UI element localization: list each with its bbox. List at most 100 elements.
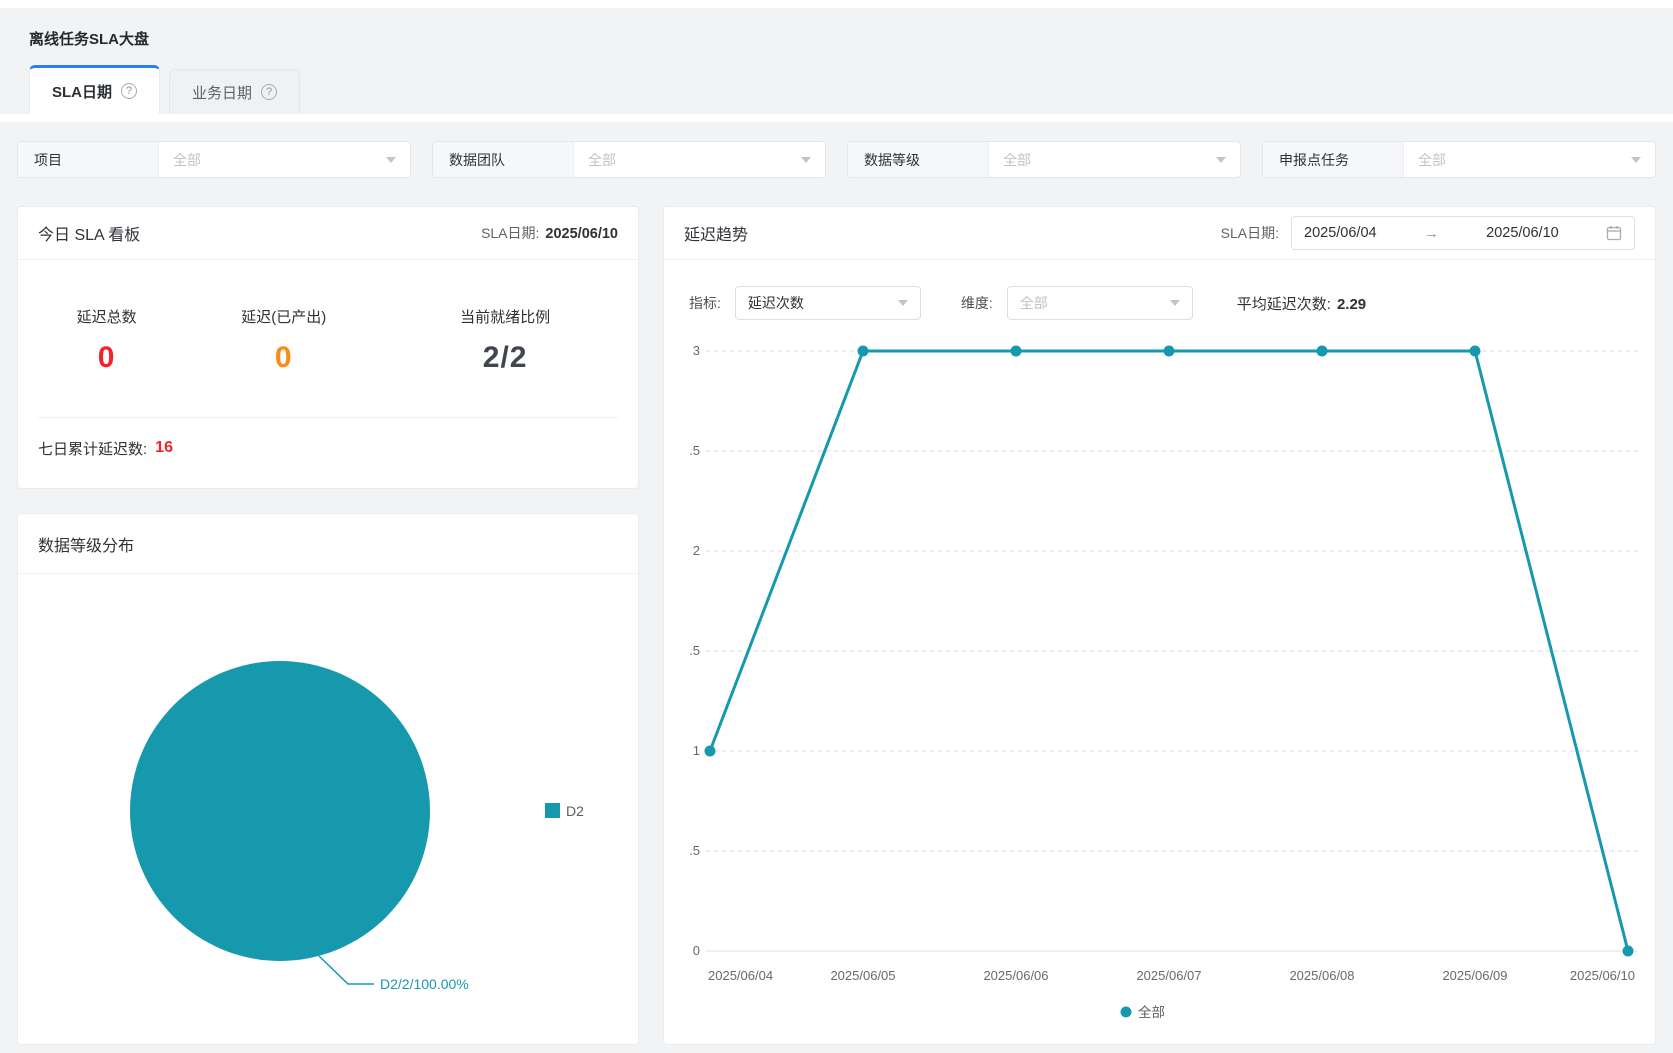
- x-axis-tick-label: 2025/06/04: [708, 968, 773, 983]
- filter-project-label: 项目: [18, 142, 159, 177]
- chevron-down-icon: [801, 156, 811, 163]
- date-range-end[interactable]: 2025/06/10: [1486, 225, 1559, 241]
- calendar-icon[interactable]: [1606, 225, 1622, 241]
- chevron-down-icon: [1631, 156, 1641, 163]
- chevron-down-icon: [1169, 300, 1180, 306]
- stat-label: 延迟总数: [76, 309, 137, 326]
- y-axis-tick-label: .5: [689, 443, 700, 458]
- seven-day-delay-value: 16: [155, 439, 173, 456]
- filter-data-team-select[interactable]: 全部: [574, 142, 825, 177]
- stat-label: 延迟(已产出): [241, 309, 327, 326]
- pie-legend-swatch[interactable]: [545, 803, 560, 818]
- trend-controls: 指标: 延迟次数 维度: 全部 平均延迟次数: 2.29: [664, 260, 1655, 320]
- x-axis-tick-label: 2025/06/08: [1289, 968, 1354, 983]
- help-icon[interactable]: ?: [121, 83, 138, 99]
- pie-slice-d2[interactable]: [130, 661, 430, 961]
- sla-date-label: SLA日期:: [481, 225, 540, 241]
- average-delay-value: 2.29: [1336, 295, 1367, 313]
- line-legend-dot[interactable]: [1120, 1006, 1132, 1018]
- metric-select[interactable]: 延迟次数: [734, 286, 921, 320]
- y-axis-tick-label: 3: [693, 343, 700, 358]
- today-sla-card: 今日 SLA 看板 SLA日期: 2025/06/10 延迟总数 0 延迟(已产出…: [17, 206, 639, 489]
- arrow-right-icon: →: [1423, 224, 1439, 242]
- top-strip: [0, 0, 1673, 8]
- chevron-down-icon: [386, 156, 396, 163]
- data-point[interactable]: [1469, 345, 1481, 357]
- date-range-picker[interactable]: 2025/06/04 → 2025/06/10: [1291, 216, 1635, 250]
- filter-project-select[interactable]: 全部: [159, 142, 410, 177]
- filter-project: 项目 全部: [17, 141, 411, 178]
- stat-total-delay: 延迟总数 0: [18, 306, 195, 375]
- stat-value: 0: [274, 341, 293, 374]
- data-level-pie-chart: D2/2/100.00% D2: [130, 661, 584, 992]
- filter-report-task: 申报点任务 全部: [1262, 141, 1656, 178]
- today-card-title: 今日 SLA 看板: [38, 227, 141, 244]
- y-axis-tick-label: 0: [693, 943, 700, 958]
- y-axis-tick-label: .5: [689, 843, 700, 858]
- dimension-label: 维度:: [960, 295, 993, 311]
- data-point[interactable]: [1010, 345, 1022, 357]
- stats-row: 延迟总数 0 延迟(已产出) 0 当前就绪比例 2/2: [18, 260, 638, 375]
- y-axis-tick-label: .5: [689, 643, 700, 658]
- tab-sla-date-label: SLA日期: [52, 83, 113, 101]
- x-axis-tick-label: 2025/06/09: [1442, 968, 1507, 983]
- dimension-select[interactable]: 全部: [1006, 286, 1193, 320]
- chevron-down-icon: [1216, 156, 1226, 163]
- filter-data-team: 数据团队 全部: [432, 141, 826, 178]
- line-legend-label: 全部: [1138, 1004, 1165, 1020]
- pie-legend-label: D2: [566, 803, 584, 819]
- filter-report-task-select[interactable]: 全部: [1404, 142, 1655, 177]
- pie-label-leader-line: [318, 955, 374, 985]
- average-delay-label: 平均延迟次数:: [1236, 295, 1331, 313]
- today-sla-date: SLA日期: 2025/06/10: [481, 223, 618, 243]
- tab-business-date[interactable]: 业务日期 ?: [169, 69, 301, 114]
- x-axis-tick-label: 2025/06/05: [830, 968, 895, 983]
- seven-day-delay: 七日累计延迟数: 16: [18, 418, 638, 478]
- seven-day-delay-label: 七日累计延迟数:: [38, 440, 148, 458]
- help-icon[interactable]: ?: [261, 84, 278, 100]
- filter-report-task-label: 申报点任务: [1263, 142, 1404, 177]
- data-point[interactable]: [1316, 345, 1328, 357]
- delay-trend-line-chart: 3 .5 2 .5 1 .5 0 2025/06/04 2025/06/05 2025/06/06…: [689, 343, 1638, 1020]
- filter-data-level-select[interactable]: 全部: [989, 142, 1240, 177]
- data-point[interactable]: [1622, 945, 1634, 957]
- metric-label: 指标:: [689, 295, 721, 311]
- tab-business-date-label: 业务日期: [192, 84, 253, 102]
- y-axis-tick-label: 1: [693, 743, 700, 758]
- trend-card-title: 延迟趋势: [684, 227, 749, 244]
- stat-delay-produced: 延迟(已产出) 0: [195, 306, 372, 375]
- filter-report-task-value: 全部: [1418, 151, 1446, 168]
- y-axis-tick-label: 2: [693, 543, 700, 558]
- stat-ready-ratio: 当前就绪比例 2/2: [372, 306, 638, 375]
- tab-content-strip: [0, 114, 1673, 122]
- delay-trend-card: 延迟趋势 SLA日期: 2025/06/04 → 2025/06/10 指标: …: [663, 206, 1656, 1045]
- date-range-start[interactable]: 2025/06/04: [1304, 225, 1377, 241]
- x-axis-tick-label: 2025/06/07: [1136, 968, 1201, 983]
- stat-label: 当前就绪比例: [460, 309, 551, 326]
- chevron-down-icon: [897, 300, 908, 306]
- stat-value: 2/2: [482, 341, 528, 374]
- metric-value: 延迟次数: [747, 295, 804, 311]
- filter-data-team-value: 全部: [588, 151, 616, 168]
- data-point[interactable]: [1163, 345, 1175, 357]
- filter-data-level: 数据等级 全部: [847, 141, 1241, 178]
- average-delay: 平均延迟次数: 2.29: [1237, 293, 1366, 314]
- sla-date-value: 2025/06/10: [545, 226, 618, 242]
- tab-sla-date[interactable]: SLA日期 ?: [29, 65, 161, 114]
- tab-bar: SLA日期 ? 业务日期 ?: [29, 65, 1673, 114]
- pie-slice-label: D2/2/100.00%: [380, 976, 469, 992]
- x-axis-tick-label: 2025/06/06: [983, 968, 1048, 983]
- data-level-distribution-card: 数据等级分布 D2/2/100.00% D2: [17, 513, 639, 1045]
- filter-data-level-label: 数据等级: [848, 142, 989, 177]
- data-point[interactable]: [704, 745, 716, 757]
- filter-data-level-value: 全部: [1003, 151, 1031, 168]
- data-point[interactable]: [857, 345, 869, 357]
- page-title: 离线任务SLA大盘: [29, 31, 150, 48]
- x-axis-tick-label: 2025/06/10: [1570, 968, 1635, 983]
- dimension-value: 全部: [1019, 295, 1048, 311]
- filter-bar: 项目 全部 数据团队 全部 数据等级 全部 申报点任务 全部: [0, 122, 1673, 178]
- distribution-card-title: 数据等级分布: [38, 537, 135, 555]
- filter-data-team-label: 数据团队: [433, 142, 574, 177]
- stat-value: 0: [97, 341, 116, 374]
- filter-project-value: 全部: [173, 151, 201, 168]
